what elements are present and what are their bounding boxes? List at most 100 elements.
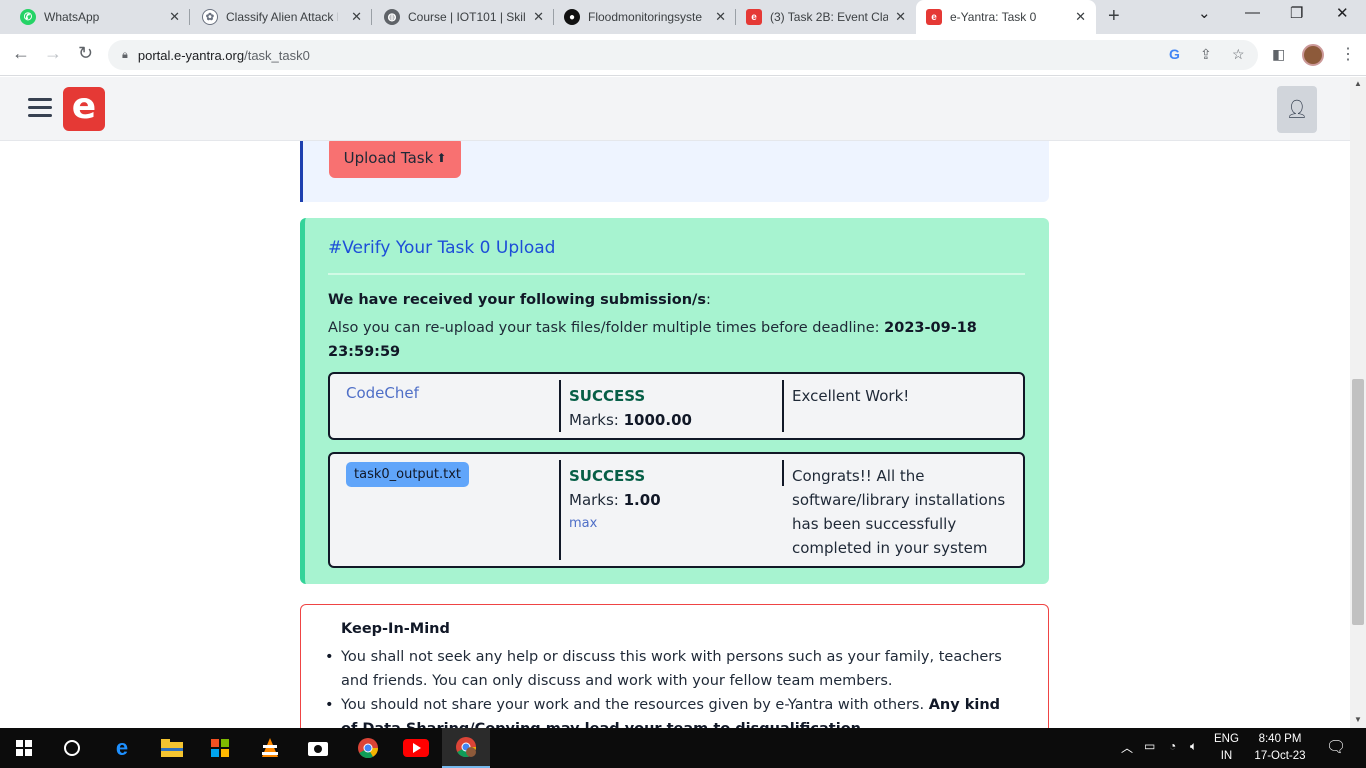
profile-avatar[interactable]	[1302, 44, 1324, 66]
store-icon	[211, 739, 229, 757]
forward-icon[interactable]: →	[44, 43, 62, 64]
search-circle-icon	[64, 740, 80, 756]
start-button[interactable]	[0, 728, 48, 768]
column-divider	[559, 460, 561, 560]
submission-status: SUCCESS Marks: 1.00 max	[569, 464, 661, 536]
reupload-text: Also you can re-upload your task files/f…	[328, 316, 1018, 364]
scrollbar-thumb[interactable]	[1352, 379, 1364, 625]
marks-line: Marks: 1.00	[569, 488, 661, 512]
tray-chevron-up-icon[interactable]: ︿	[1121, 739, 1133, 756]
status-badge: SUCCESS	[569, 387, 646, 405]
taskbar-file-explorer[interactable]	[148, 728, 196, 768]
tab-task-2b-event[interactable]: e (3) Task 2B: Event Cla ✕	[736, 0, 916, 34]
side-panel-icon[interactable]: ◧	[1272, 46, 1285, 63]
tab-title: e-Yantra: Task 0	[950, 10, 1037, 24]
close-tab-icon[interactable]: ✕	[533, 9, 544, 25]
close-tab-icon[interactable]: ✕	[715, 9, 726, 25]
submission-file: task0_output.txt	[346, 462, 470, 487]
taskbar-clock[interactable]: 8:40 PM 17-Oct-23	[1244, 731, 1316, 765]
menu-kebab-icon[interactable]: ⋮	[1340, 44, 1356, 64]
hamburger-menu-icon[interactable]	[28, 98, 52, 118]
camera-icon	[308, 742, 328, 756]
clock-date: 17-Oct-23	[1254, 750, 1306, 762]
battery-icon[interactable]: ▭	[1144, 739, 1155, 753]
language-indicator[interactable]: ENG IN	[1214, 731, 1239, 765]
upload-task-button[interactable]: Upload Task ⬆	[329, 141, 461, 178]
column-divider	[559, 380, 561, 432]
share-icon[interactable]: ⇪	[1200, 46, 1212, 63]
lock-icon[interactable]: 🔒︎	[122, 49, 128, 62]
tab-title: Classify Alien Attack I	[226, 10, 338, 24]
restore-icon[interactable]: ❐	[1290, 4, 1303, 22]
back-icon[interactable]: ←	[12, 43, 30, 64]
status-badge: SUCCESS	[569, 467, 646, 485]
notification-icon[interactable]: 🗨︎	[1326, 737, 1346, 757]
region-code: IN	[1220, 750, 1233, 762]
minimize-icon[interactable]: —	[1245, 4, 1260, 21]
taskbar-chrome-profile[interactable]	[442, 728, 490, 768]
tab-title: Floodmonitoringsyste	[588, 10, 703, 24]
chatgpt-icon: ✿	[202, 9, 218, 25]
marks-value: 1000.00	[623, 411, 692, 429]
taskbar-camera[interactable]	[294, 728, 342, 768]
list-item: You shall not seek any help or discuss t…	[325, 645, 1021, 693]
submission-name-link[interactable]: CodeChef	[346, 384, 419, 402]
tab-classify-alien-attack[interactable]: ✿ Classify Alien Attack I ✕	[190, 0, 372, 34]
tab-whatsapp[interactable]: ✆ WhatsApp ✕	[0, 0, 190, 34]
file-download-chip[interactable]: task0_output.txt	[346, 462, 470, 487]
scroll-up-icon[interactable]: ▲	[1354, 79, 1362, 88]
tab-eyantra-task-0[interactable]: e e-Yantra: Task 0 ✕	[916, 0, 1096, 34]
list-item-text: You shall not seek any help or discuss t…	[341, 649, 1002, 689]
tab-title: (3) Task 2B: Event Cla	[770, 10, 888, 24]
submission-status: SUCCESS Marks: 1000.00	[569, 384, 692, 432]
upload-card: Upload Task ⬆	[300, 141, 1049, 202]
windows-icon	[16, 740, 32, 756]
close-tab-icon[interactable]: ✕	[351, 9, 362, 25]
close-tab-icon[interactable]: ✕	[895, 9, 906, 25]
close-window-icon[interactable]: ✕	[1336, 4, 1349, 22]
scroll-down-icon[interactable]: ▼	[1354, 715, 1362, 724]
tab-course-iot101[interactable]: ◍ Course | IOT101 | Skill ✕	[372, 0, 554, 34]
list-item-text: You should not share your work and the r…	[341, 697, 929, 713]
list-item: You should not share your work and the r…	[325, 693, 1021, 728]
wifi-icon[interactable]: ◔	[1169, 739, 1176, 753]
tab-title: WhatsApp	[44, 10, 100, 24]
verify-upload-card: #Verify Your Task 0 Upload We have recei…	[300, 218, 1049, 584]
tab-search-icon[interactable]: ⌄	[1198, 4, 1211, 22]
address-bar[interactable]: 🔒︎ portal.e-yantra.org/task_task0	[108, 40, 1258, 70]
upload-icon: ⬆	[436, 150, 447, 165]
volume-icon[interactable]: 🔈︎	[1190, 739, 1197, 754]
close-tab-icon[interactable]: ✕	[1075, 9, 1086, 25]
eyantra-logo[interactable]: e	[63, 87, 105, 131]
bookmark-star-icon[interactable]: ☆	[1232, 46, 1245, 63]
taskbar-store[interactable]	[196, 728, 244, 768]
max-link[interactable]: max	[569, 512, 661, 536]
submission-remark: Excellent Work!	[792, 387, 910, 405]
marks-label: Marks:	[569, 411, 624, 429]
url-text: portal.e-yantra.org/task_task0	[138, 48, 310, 63]
chrome-profile-icon	[456, 737, 477, 758]
close-tab-icon[interactable]: ✕	[169, 9, 180, 25]
new-tab-icon[interactable]: +	[1108, 5, 1120, 28]
user-account-button[interactable]: 👤︎	[1277, 86, 1317, 133]
main-content: Upload Task ⬆ #Verify Your Task 0 Upload…	[0, 141, 1350, 728]
verify-title: #Verify Your Task 0 Upload	[328, 238, 556, 258]
upload-task-label: Upload Task	[343, 148, 434, 167]
received-bold: We have received your following submissi…	[328, 292, 706, 308]
reload-icon[interactable]: ↻	[78, 43, 93, 64]
taskbar-youtube[interactable]	[392, 728, 440, 768]
keep-in-mind-title: Keep-In-Mind	[341, 621, 450, 637]
taskbar-vlc[interactable]	[246, 728, 294, 768]
eyantra-icon: e	[746, 9, 762, 25]
search-button[interactable]	[48, 728, 96, 768]
whatsapp-icon: ✆	[20, 9, 36, 25]
taskbar-chrome[interactable]	[344, 728, 392, 768]
page-scrollbar[interactable]: ▲ ▼	[1350, 77, 1366, 728]
tab-floodmonitoring[interactable]: ● Floodmonitoringsyste ✕	[554, 0, 736, 34]
received-tail: :	[705, 292, 711, 308]
user-icon: 👤︎	[1285, 99, 1309, 119]
taskbar-edge[interactable]: e	[98, 728, 146, 768]
google-translate-icon[interactable]: G	[1169, 46, 1180, 62]
clock-time: 8:40 PM	[1258, 733, 1302, 745]
submission-row: task0_output.txt SUCCESS Marks: 1.00 max…	[328, 452, 1025, 568]
